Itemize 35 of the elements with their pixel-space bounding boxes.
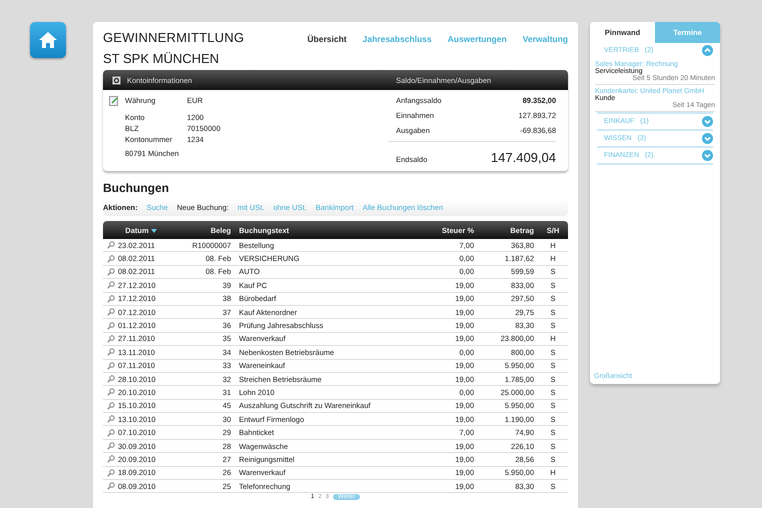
expand-icon[interactable] bbox=[702, 116, 713, 127]
magnifier-icon[interactable] bbox=[107, 254, 115, 263]
section-title: Buchungen bbox=[103, 181, 170, 195]
bank-name: ST SPK MÜNCHEN bbox=[103, 51, 220, 66]
nav-link[interactable]: Auswertungen bbox=[448, 34, 507, 44]
home-button[interactable] bbox=[30, 22, 66, 58]
home-icon bbox=[38, 31, 58, 49]
magnifier-icon[interactable] bbox=[107, 268, 115, 276]
magnifier-icon[interactable] bbox=[107, 322, 115, 330]
magnifier-icon[interactable] bbox=[107, 468, 115, 477]
magnifier-icon[interactable] bbox=[107, 388, 115, 396]
magnifier-icon[interactable] bbox=[107, 294, 115, 303]
magnifier-icon[interactable] bbox=[107, 482, 115, 490]
magnifier-icon[interactable] bbox=[107, 402, 115, 410]
magnifier-icon[interactable] bbox=[107, 281, 115, 290]
magnifier-icon[interactable] bbox=[107, 375, 115, 384]
end-balance-value: 147.409,04 bbox=[490, 150, 556, 165]
edit-icon[interactable] bbox=[109, 96, 119, 106]
magnifier-icon[interactable] bbox=[107, 334, 115, 343]
magnifier-icon[interactable] bbox=[107, 415, 115, 424]
nav-link[interactable]: Jahresabschluss bbox=[362, 34, 432, 44]
sort-icon bbox=[150, 228, 157, 232]
magnifier-icon[interactable] bbox=[107, 348, 115, 356]
magnifier-icon[interactable] bbox=[107, 442, 115, 450]
nav-link[interactable]: Übersicht bbox=[307, 34, 347, 44]
magnifier-icon[interactable] bbox=[107, 455, 115, 464]
expand-icon[interactable] bbox=[702, 150, 713, 161]
page-title: GEWINNERMITTLUNG bbox=[103, 30, 246, 45]
magnifier-icon[interactable] bbox=[107, 428, 115, 437]
magnifier-icon[interactable] bbox=[107, 241, 115, 250]
expand-icon[interactable] bbox=[702, 133, 713, 144]
nav-link[interactable]: Verwaltung bbox=[522, 34, 568, 44]
collapse-icon[interactable] bbox=[702, 45, 713, 56]
magnifier-icon[interactable] bbox=[107, 362, 115, 370]
magnifier-icon[interactable] bbox=[107, 308, 115, 316]
